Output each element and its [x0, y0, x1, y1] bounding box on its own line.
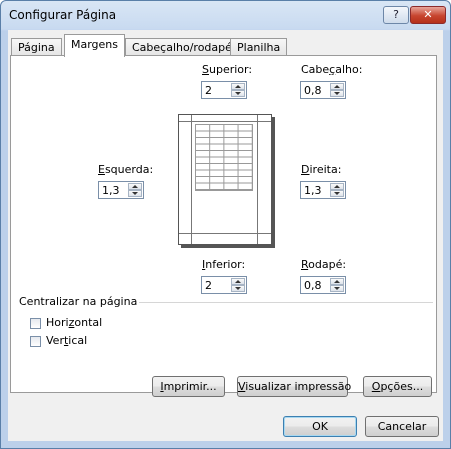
inferior-down-arrow-icon[interactable]	[231, 285, 245, 292]
dialog-body: Página Margens Cabeçalho/rodapé Planilha…	[8, 30, 443, 441]
superior-up-arrow-icon[interactable]	[231, 83, 245, 90]
inferior-up-arrow-icon[interactable]	[231, 278, 245, 285]
horizontal-label[interactable]: Horizontal	[46, 316, 102, 329]
superior-spinner[interactable]: 2	[201, 81, 247, 99]
esquerda-label: Esquerda:	[98, 163, 154, 176]
superior-value[interactable]: 2	[205, 84, 212, 97]
direita-label: Direita:	[301, 163, 342, 176]
opcoes-button[interactable]: Opções...	[363, 376, 432, 397]
direita-spinner[interactable]: 1,3	[300, 181, 346, 199]
cabecalho-up-arrow-icon[interactable]	[330, 83, 344, 90]
close-button[interactable]: ✕	[410, 6, 446, 24]
cabecalho-down-arrow-icon[interactable]	[330, 90, 344, 97]
cabecalho-label: Cabeçalho:	[301, 63, 363, 76]
direita-down-arrow-icon[interactable]	[330, 190, 344, 197]
vertical-label[interactable]: Vertical	[46, 334, 87, 347]
esquerda-up-arrow-icon[interactable]	[128, 183, 142, 190]
section-divider	[139, 302, 433, 303]
cell-grid-preview	[195, 124, 253, 191]
right-margin-line	[257, 115, 258, 244]
direita-up-arrow-icon[interactable]	[330, 183, 344, 190]
esquerda-value[interactable]: 1,3	[102, 184, 120, 197]
page-setup-dialog: Configurar Página ? ✕ Página Margens Cab…	[0, 0, 451, 449]
direita-value[interactable]: 1,3	[304, 184, 322, 197]
inferior-value[interactable]: 2	[205, 279, 212, 292]
rodape-spinner[interactable]: 0,8	[300, 276, 346, 294]
superior-label: Superior:	[202, 63, 253, 76]
rodape-value[interactable]: 0,8	[304, 279, 322, 292]
rodape-down-arrow-icon[interactable]	[330, 285, 344, 292]
visualizar-impressao-button[interactable]: Visualizar impressão	[237, 376, 351, 397]
tab-planilha[interactable]: Planilha	[230, 38, 288, 56]
cabecalho-spinner[interactable]: 0,8	[300, 81, 346, 99]
left-margin-line	[191, 115, 192, 244]
rodape-up-arrow-icon[interactable]	[330, 278, 344, 285]
centralizar-heading: Centralizar na página	[19, 295, 138, 308]
help-button[interactable]: ?	[383, 6, 409, 24]
help-icon: ?	[393, 8, 399, 21]
esquerda-spinner[interactable]: 1,3	[98, 181, 144, 199]
esquerda-down-arrow-icon[interactable]	[128, 190, 142, 197]
vertical-checkbox[interactable]	[30, 336, 41, 347]
inferior-spinner[interactable]: 2	[201, 276, 247, 294]
tab-cabecalho-rodape[interactable]: Cabeçalho/rodapé	[125, 38, 239, 56]
ok-button[interactable]: OK	[283, 416, 357, 437]
rodape-label: Rodapé:	[301, 258, 347, 271]
cabecalho-value[interactable]: 0,8	[304, 84, 322, 97]
tab-strip: Página Margens Cabeçalho/rodapé Planilha	[8, 34, 443, 57]
tab-pagina[interactable]: Página	[11, 38, 62, 56]
superior-down-arrow-icon[interactable]	[231, 90, 245, 97]
close-icon: ✕	[423, 8, 433, 21]
window-title: Configurar Página	[9, 8, 117, 22]
margins-panel: Superior: 2 Cabeçalho: 0,8 Esquerda: 1,3…	[10, 55, 437, 397]
horizontal-checkbox[interactable]	[30, 318, 41, 329]
cancelar-button[interactable]: Cancelar	[365, 416, 439, 437]
title-bar[interactable]: Configurar Página ? ✕	[1, 1, 450, 29]
imprimir-button[interactable]: Imprimir...	[152, 376, 225, 397]
page-preview	[178, 114, 272, 245]
inferior-label: Inferior:	[202, 258, 246, 271]
tab-margens[interactable]: Margens	[64, 34, 126, 57]
